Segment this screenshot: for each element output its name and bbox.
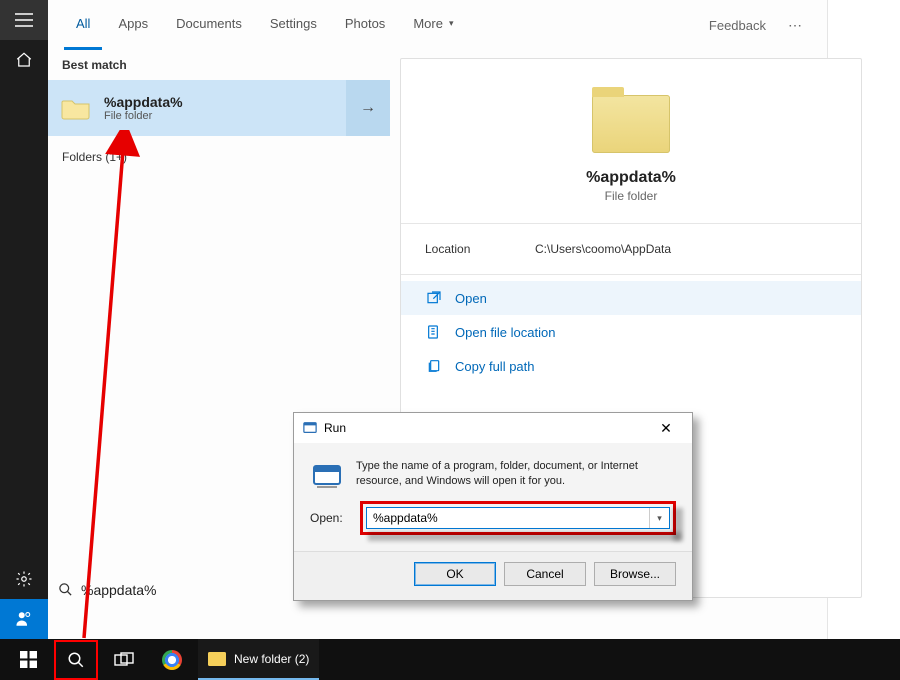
best-match-title: %appdata%	[104, 94, 346, 110]
action-open[interactable]: Open	[401, 281, 861, 315]
folder-location-icon	[425, 324, 443, 340]
best-match-header: Best match	[48, 50, 390, 80]
run-dialog-title: Run	[324, 421, 346, 435]
chevron-down-icon: ▾	[449, 18, 454, 29]
home-icon[interactable]	[0, 40, 48, 80]
tab-documents[interactable]: Documents	[164, 0, 254, 50]
tab-all[interactable]: All	[64, 0, 102, 50]
taskbar: New folder (2)	[0, 639, 900, 680]
more-options-button[interactable]: ⋯	[780, 17, 811, 34]
start-button[interactable]	[6, 639, 50, 680]
run-dialog: Run ✕ Type the name of a program, folder…	[293, 412, 693, 601]
taskbar-search-button[interactable]	[58, 644, 94, 676]
best-match-item[interactable]: %appdata% File folder →	[48, 80, 390, 136]
run-dialog-titlebar: Run ✕	[294, 413, 692, 443]
folder-icon	[592, 95, 670, 153]
tab-apps[interactable]: Apps	[106, 0, 160, 50]
close-button[interactable]: ✕	[646, 420, 686, 437]
open-input[interactable]	[367, 508, 649, 528]
ok-button[interactable]: OK	[414, 562, 496, 586]
action-copy-path[interactable]: Copy full path	[401, 349, 861, 383]
run-icon	[302, 420, 318, 436]
folder-icon	[48, 96, 104, 120]
action-label: Open file location	[455, 325, 555, 340]
location-label: Location	[425, 242, 535, 256]
expand-arrow-icon[interactable]: →	[346, 80, 390, 136]
chrome-taskbar-icon[interactable]	[150, 639, 194, 680]
taskbar-window-newfolder[interactable]: New folder (2)	[198, 639, 319, 680]
task-view-button[interactable]	[102, 639, 146, 680]
browse-button[interactable]: Browse...	[594, 562, 676, 586]
cancel-button[interactable]: Cancel	[504, 562, 586, 586]
folders-group-header[interactable]: Folders (1+)	[48, 136, 390, 178]
folder-icon	[208, 652, 226, 666]
tab-settings[interactable]: Settings	[258, 0, 329, 50]
open-label: Open:	[310, 511, 350, 525]
best-match-subtitle: File folder	[104, 110, 346, 122]
dropdown-button[interactable]: ▾	[649, 508, 669, 528]
search-icon	[58, 582, 73, 597]
search-filter-tabs: All Apps Documents Settings Photos More …	[48, 0, 827, 50]
search-rail	[0, 0, 48, 639]
run-icon	[310, 459, 344, 493]
feedback-link[interactable]: Feedback	[699, 18, 776, 33]
taskbar-window-title: New folder (2)	[234, 652, 309, 666]
settings-gear-icon[interactable]	[0, 559, 48, 599]
account-icon[interactable]	[0, 599, 48, 639]
hamburger-icon[interactable]	[0, 0, 48, 40]
tab-more[interactable]: More ▾	[401, 0, 465, 50]
copy-icon	[425, 358, 443, 374]
tab-photos[interactable]: Photos	[333, 0, 397, 50]
open-icon	[425, 290, 443, 306]
action-label: Open	[455, 291, 487, 306]
preview-details: Location C:\Users\coomo\AppData	[401, 223, 861, 275]
location-value: C:\Users\coomo\AppData	[535, 242, 671, 256]
taskbar-search-highlight	[54, 640, 98, 680]
run-dialog-description: Type the name of a program, folder, docu…	[356, 459, 676, 489]
preview-subtitle: File folder	[401, 189, 861, 203]
action-label: Copy full path	[455, 359, 535, 374]
open-field-highlight: ▾	[360, 501, 676, 535]
action-open-location[interactable]: Open file location	[401, 315, 861, 349]
preview-title: %appdata%	[401, 169, 861, 187]
